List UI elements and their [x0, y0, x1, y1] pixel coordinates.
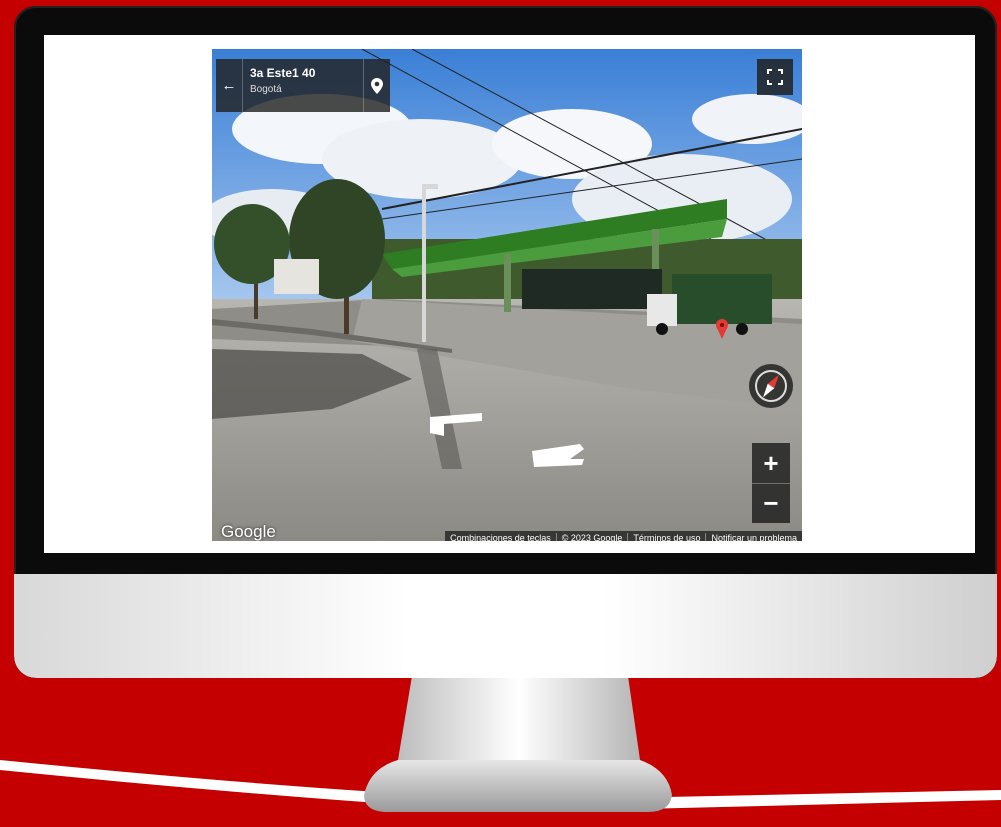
- address-city: Bogotá: [250, 84, 282, 95]
- address-card: ← 3a Este1 40 Bogotá: [216, 59, 390, 112]
- compass-icon: [755, 370, 787, 402]
- footer-terms[interactable]: Términos de uso: [628, 533, 707, 541]
- monitor: ← 3a Este1 40 Bogotá + − Google Combinac…: [14, 6, 997, 678]
- street-view-image[interactable]: [212, 49, 802, 541]
- compass-button[interactable]: [749, 364, 793, 408]
- fullscreen-button[interactable]: [757, 59, 793, 95]
- monitor-chin: [14, 574, 997, 678]
- map-pin-icon: [371, 77, 383, 94]
- zoom-out-button[interactable]: −: [752, 483, 790, 523]
- footer-keyboard-shortcuts[interactable]: Combinaciones de teclas: [445, 533, 557, 541]
- map-footer: Combinaciones de teclas © 2023 Google Té…: [445, 531, 802, 541]
- footer-report-problem[interactable]: Notificar un problema: [706, 533, 802, 541]
- back-arrow-icon: ←: [221, 77, 237, 94]
- zoom-in-button[interactable]: +: [752, 443, 790, 484]
- google-logo: Google: [221, 522, 276, 541]
- footer-copyright: © 2023 Google: [557, 533, 629, 541]
- address-street: 3a Este1 40: [250, 66, 316, 80]
- street-view-panel[interactable]: ← 3a Este1 40 Bogotá + − Google Combinac…: [212, 49, 802, 541]
- map-pin-button[interactable]: [363, 59, 390, 112]
- zoom-control: + −: [752, 443, 790, 523]
- monitor-screen: ← 3a Este1 40 Bogotá + − Google Combinac…: [44, 35, 975, 553]
- back-button[interactable]: ←: [216, 59, 243, 112]
- fullscreen-icon: [767, 69, 783, 85]
